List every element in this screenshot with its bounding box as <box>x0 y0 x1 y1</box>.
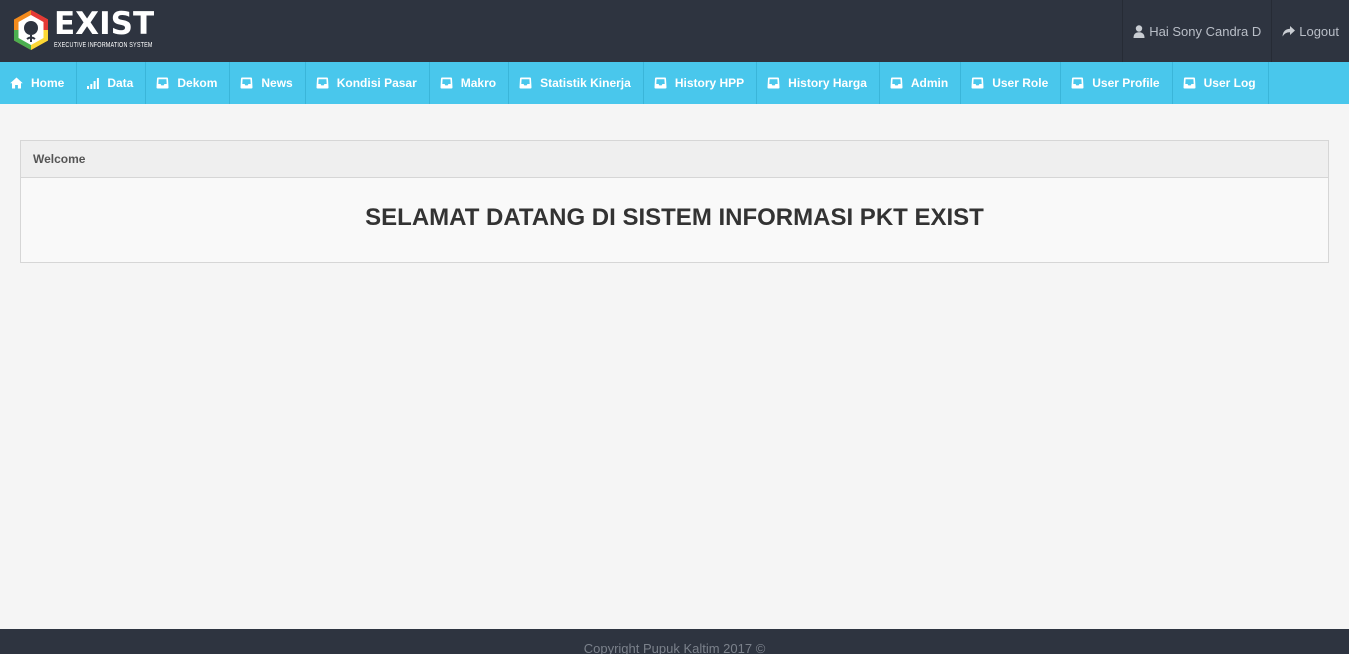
inbox-icon <box>519 77 532 89</box>
main-navigation: Home Data Dekom News Kondisi Pasar Makro… <box>0 62 1349 104</box>
nav-item-label: Home <box>31 76 65 90</box>
nav-item-data[interactable]: Data <box>77 62 147 104</box>
nav-item-label: User Role <box>992 76 1049 90</box>
user-profile-link[interactable]: Hai Sony Candra D <box>1122 0 1271 62</box>
nav-item-makro[interactable]: Makro <box>430 62 510 104</box>
nav-item-label: User Profile <box>1092 76 1160 90</box>
nav-item-user-log[interactable]: User Log <box>1173 62 1269 104</box>
panel-body: SELAMAT DATANG DI SISTEM INFORMASI PKT E… <box>21 178 1328 262</box>
nav-item-kondisi-pasar[interactable]: Kondisi Pasar <box>306 62 430 104</box>
nav-item-user-role[interactable]: User Role <box>961 62 1062 104</box>
nav-item-dekom[interactable]: Dekom <box>146 62 231 104</box>
nav-item-history-hpp[interactable]: History HPP <box>644 62 758 104</box>
inbox-icon <box>767 77 780 89</box>
nav-item-label: Dekom <box>177 76 218 90</box>
nav-item-label: Makro <box>460 76 497 90</box>
nav-item-admin[interactable]: Admin <box>880 62 962 104</box>
inbox-icon <box>1071 77 1084 89</box>
inbox-icon <box>890 77 903 89</box>
user-icon <box>1133 24 1145 38</box>
nav-item-label: Data <box>107 76 134 90</box>
nav-item-label: Admin <box>910 76 949 90</box>
inbox-icon <box>971 77 984 89</box>
welcome-panel: Welcome SELAMAT DATANG DI SISTEM INFORMA… <box>20 140 1329 263</box>
nav-item-label: History Harga <box>788 76 867 90</box>
inbox-icon <box>240 77 253 89</box>
nav-item-label: Kondisi Pasar <box>336 76 417 90</box>
inbox-icon <box>654 77 667 89</box>
signal-icon <box>87 77 100 89</box>
logout-button[interactable]: Logout <box>1271 0 1349 62</box>
panel-heading: Welcome <box>21 141 1328 178</box>
copyright-text: Copyright Pupuk Kaltim 2017 © <box>583 641 766 654</box>
nav-item-news[interactable]: News <box>230 62 306 104</box>
logout-label: Logout <box>1299 23 1339 39</box>
inbox-icon <box>440 77 453 89</box>
welcome-message: SELAMAT DATANG DI SISTEM INFORMASI PKT E… <box>365 204 984 231</box>
inbox-icon <box>316 77 329 89</box>
share-arrow-icon <box>1282 25 1296 36</box>
nav-item-label: User Log <box>1203 76 1256 90</box>
user-greeting: Hai Sony Candra D <box>1149 23 1262 39</box>
app-logo[interactable]: EXIST EXECUTIVE INFORMATION SYSTEM <box>12 9 180 53</box>
top-header: EXIST EXECUTIVE INFORMATION SYSTEM Hai S… <box>0 0 1349 62</box>
user-menu: Hai Sony Candra D Logout <box>1122 0 1349 62</box>
home-icon <box>10 77 23 89</box>
nav-item-history-harga[interactable]: History Harga <box>757 62 880 104</box>
logo-subtitle: EXECUTIVE INFORMATION SYSTEM <box>54 42 153 49</box>
inbox-icon <box>156 77 169 89</box>
nav-item-label: Statistik Kinerja <box>540 76 631 90</box>
inbox-icon <box>1183 77 1196 89</box>
nav-item-label: History HPP <box>674 76 745 90</box>
logo-mark-icon <box>14 10 48 50</box>
nav-item-label: News <box>261 76 293 90</box>
page-footer: Copyright Pupuk Kaltim 2017 © <box>0 629 1349 654</box>
nav-item-user-profile[interactable]: User Profile <box>1061 62 1173 104</box>
nav-item-home[interactable]: Home <box>0 62 78 104</box>
nav-item-statistik-kinerja[interactable]: Statistik Kinerja <box>509 62 644 104</box>
logo-title: EXIST <box>54 6 155 42</box>
